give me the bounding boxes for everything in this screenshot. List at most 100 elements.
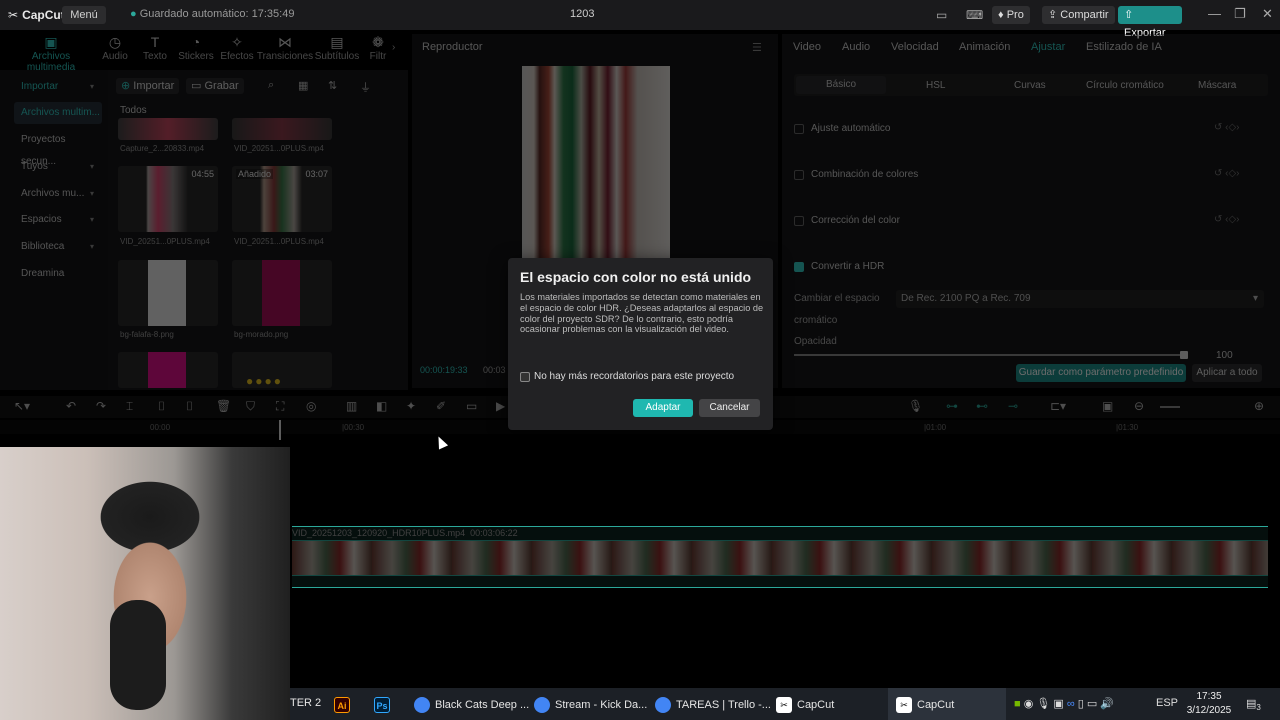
close-icon[interactable]: ✕ bbox=[1262, 6, 1273, 22]
illustrator-icon[interactable]: Ai bbox=[334, 697, 350, 713]
share-button[interactable]: ⇪ Compartir bbox=[1042, 6, 1115, 24]
save-preset-button[interactable]: Guardar como parámetro predefinido bbox=[1016, 364, 1186, 382]
tab-transitions[interactable]: ⋈ Transiciones bbox=[256, 34, 314, 62]
colorspace-select[interactable]: De Rec. 2100 PQ a Rec. 709 ▾ bbox=[896, 290, 1264, 308]
color-match-checkbox[interactable] bbox=[794, 170, 804, 180]
grid-view-icon[interactable]: ▦ bbox=[298, 79, 308, 92]
taskbar-item-ter2[interactable]: TER 2 bbox=[290, 697, 321, 709]
mirror-icon[interactable]: ◧ bbox=[376, 399, 387, 413]
adapt-button[interactable]: Adaptar bbox=[633, 399, 693, 417]
pro-button[interactable]: ♦ Pro bbox=[992, 6, 1030, 24]
media-thumb-3[interactable]: 04:55 bbox=[118, 166, 218, 232]
sort-icon[interactable]: ⇅ bbox=[328, 79, 337, 92]
select-tool-icon[interactable]: ↖▾ bbox=[14, 399, 30, 413]
media-thumb-4[interactable]: Añadido 03:07 bbox=[232, 166, 332, 232]
record-button[interactable]: ▭ Grabar bbox=[186, 78, 244, 94]
export-button[interactable]: ⇧ Exportar bbox=[1118, 6, 1182, 39]
preview-axis-icon[interactable]: ⊏▾ bbox=[1050, 399, 1066, 413]
magic-icon[interactable]: ✐ bbox=[436, 399, 446, 413]
tab-stickers[interactable]: ◔ Stickers bbox=[173, 34, 219, 62]
menu-button[interactable]: Menú bbox=[62, 6, 106, 24]
split-right-icon[interactable]: ⌷ bbox=[186, 399, 193, 414]
tab-filters[interactable]: ❁ Filtr bbox=[364, 34, 392, 62]
nav-item-library[interactable]: Biblioteca ▾ bbox=[14, 236, 102, 258]
tab-text[interactable]: T Texto bbox=[132, 34, 178, 62]
video-preview[interactable] bbox=[522, 66, 670, 260]
delete-icon[interactable]: 🗑 bbox=[216, 399, 231, 413]
tab-ai-style[interactable]: Estilizado de IA bbox=[1086, 41, 1162, 53]
link-clips-icon[interactable]: ⊶ bbox=[946, 399, 958, 413]
clock[interactable]: 17:35 3/12/2025 bbox=[1186, 690, 1232, 718]
no-reminders-checkbox[interactable] bbox=[520, 371, 530, 382]
shortcuts-icon[interactable]: ⌨ bbox=[966, 8, 983, 22]
apply-all-button[interactable]: Aplicar a todo bbox=[1192, 364, 1262, 382]
opacity-slider-handle[interactable] bbox=[1180, 351, 1188, 359]
subtab-curves[interactable]: Curvas bbox=[1014, 80, 1046, 91]
nav-item-media-files[interactable]: Archivos mu... ▾ bbox=[14, 183, 102, 205]
filter-icon[interactable]: ⏚ bbox=[360, 79, 371, 95]
link-audio-icon[interactable]: ⊸ bbox=[1008, 399, 1018, 413]
language-indicator[interactable]: ESP bbox=[1156, 697, 1178, 709]
tabs-scroll-right-icon[interactable]: › bbox=[392, 42, 395, 53]
tab-subtitles[interactable]: ▤ Subtítulos bbox=[314, 34, 360, 62]
auto-adjust-checkbox[interactable] bbox=[794, 124, 804, 134]
zoom-in-icon[interactable]: ⊕ bbox=[1254, 399, 1264, 413]
tab-effects[interactable]: ✧ Efectos bbox=[214, 34, 260, 62]
nav-import[interactable]: Importar ▾ bbox=[14, 76, 102, 98]
redo-icon[interactable]: ↷ bbox=[96, 399, 106, 413]
captions-icon[interactable]: ▭ bbox=[466, 399, 477, 413]
split-left-icon[interactable]: ⌷ bbox=[158, 399, 165, 414]
subtab-hsl[interactable]: HSL bbox=[926, 80, 945, 91]
opacity-value[interactable]: 100 bbox=[1216, 350, 1233, 361]
notifications-icon[interactable]: ▤3 bbox=[1246, 697, 1261, 712]
undo-icon[interactable]: ↶ bbox=[66, 399, 76, 413]
taskbar-item-chrome-3[interactable]: TAREAS | Trello -... bbox=[655, 697, 771, 713]
reset-icon[interactable]: ↺ ‹◇› bbox=[1214, 214, 1240, 225]
ai-avatar-icon[interactable]: ✦ bbox=[406, 399, 416, 413]
tab-video[interactable]: Video bbox=[793, 41, 821, 53]
media-thumb-2[interactable] bbox=[232, 118, 332, 140]
minimize-icon[interactable]: — bbox=[1208, 6, 1221, 21]
tab-adjust[interactable]: Ajustar bbox=[1031, 41, 1065, 53]
marker-icon[interactable]: ⛉ bbox=[246, 399, 255, 414]
media-thumb-8[interactable]: ●●●● bbox=[232, 352, 332, 388]
media-thumb-7[interactable] bbox=[118, 352, 218, 388]
crop-icon[interactable]: ⛶ bbox=[276, 399, 284, 414]
media-thumb-6[interactable] bbox=[232, 260, 332, 326]
freeze-icon[interactable]: ▥ bbox=[346, 399, 357, 413]
subtab-mask[interactable]: Máscara bbox=[1198, 80, 1236, 91]
nav-item-dreamina[interactable]: Dreamina bbox=[14, 263, 102, 285]
player-menu-icon[interactable]: ☰ bbox=[752, 41, 762, 54]
tab-animation[interactable]: Animación bbox=[959, 41, 1010, 53]
no-reminders-option[interactable]: No hay más recordatorios para este proye… bbox=[520, 371, 734, 382]
fit-icon[interactable]: ▣ bbox=[1102, 399, 1113, 413]
nav-item-yours[interactable]: Tuyos ▾ bbox=[14, 156, 102, 178]
play-clip-icon[interactable]: ▶ bbox=[496, 399, 505, 413]
hdr-convert-checkbox[interactable] bbox=[794, 262, 804, 272]
import-button[interactable]: ⊕ Importar bbox=[116, 78, 180, 94]
opacity-slider[interactable] bbox=[794, 354, 1186, 356]
subtab-basic[interactable]: Básico bbox=[796, 76, 886, 94]
search-icon[interactable]: ⌕ bbox=[268, 79, 274, 92]
layout-icon[interactable]: ▭ bbox=[936, 8, 947, 22]
nav-item-media[interactable]: Archivos multim... bbox=[14, 102, 102, 124]
cancel-button[interactable]: Cancelar bbox=[699, 399, 760, 417]
reset-icon[interactable]: ↺ ‹◇› bbox=[1214, 122, 1240, 133]
maximize-icon[interactable]: ❐ bbox=[1234, 6, 1246, 22]
taskbar-item-capcut-1[interactable]: ✂ CapCut bbox=[776, 697, 834, 713]
nav-item-subprojects[interactable]: Proyectos secun... bbox=[14, 129, 102, 167]
playhead[interactable] bbox=[279, 420, 281, 440]
microphone-icon[interactable]: 🎙 bbox=[908, 399, 923, 413]
media-thumb-5[interactable] bbox=[118, 260, 218, 326]
subtab-color-wheel[interactable]: Círculo cromático bbox=[1086, 80, 1164, 91]
tab-media[interactable]: ▣ Archivos multimedia bbox=[10, 34, 92, 73]
taskbar-item-chrome-1[interactable]: Black Cats Deep ... bbox=[414, 697, 529, 713]
snap-icon[interactable]: ⊷ bbox=[976, 399, 988, 413]
tab-audio-props[interactable]: Audio bbox=[842, 41, 870, 53]
media-thumb-1[interactable] bbox=[118, 118, 218, 140]
taskbar-item-capcut-2[interactable]: ✂ CapCut bbox=[896, 697, 954, 713]
taskbar-item-chrome-2[interactable]: Stream - Kick Da... bbox=[534, 697, 647, 713]
tab-speed[interactable]: Velocidad bbox=[891, 41, 939, 53]
color-correction-checkbox[interactable] bbox=[794, 216, 804, 226]
reset-icon[interactable]: ↺ ‹◇› bbox=[1214, 168, 1240, 179]
